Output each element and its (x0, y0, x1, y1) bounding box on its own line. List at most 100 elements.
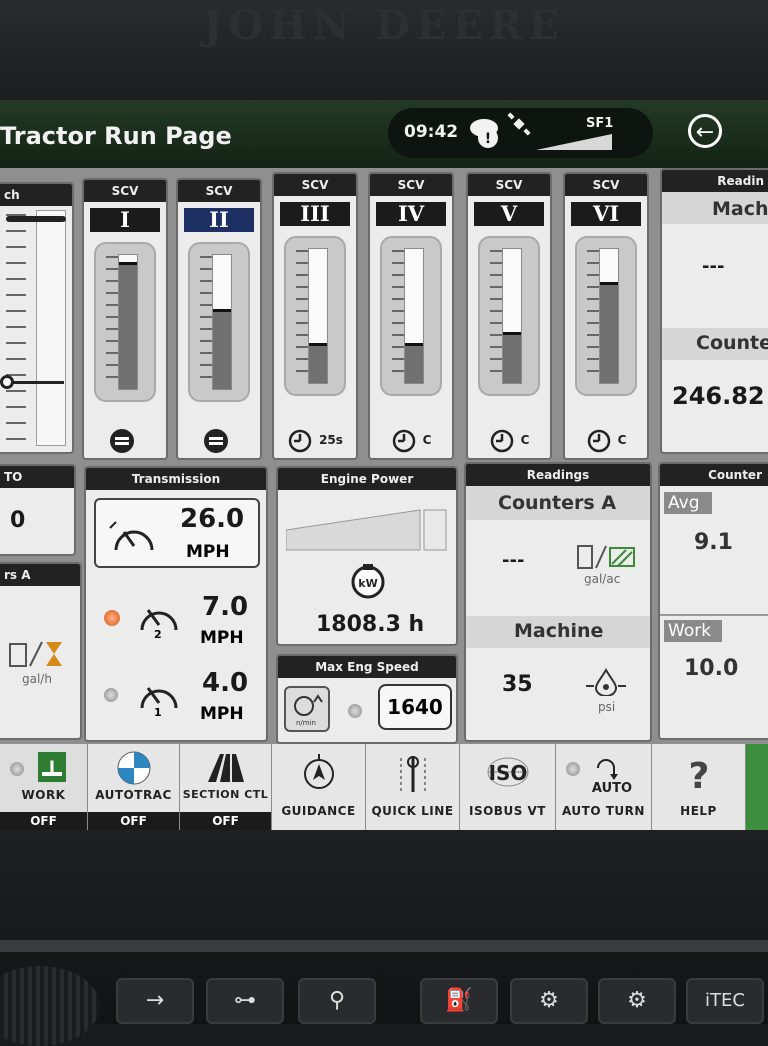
shortcut-label: ISOBUS VT (469, 804, 546, 818)
scv-panel-6[interactable]: SCV VI C (563, 172, 649, 460)
work-label: Work (664, 620, 722, 642)
shortcut-help[interactable]: ? HELP (652, 744, 746, 830)
hw-tool-button[interactable]: ⚲ (298, 978, 376, 1024)
rpm-icon-button[interactable]: n/min (284, 686, 330, 732)
hitch-track (36, 210, 66, 446)
hw-itec-button[interactable]: iTEC (686, 978, 764, 1024)
scv-flow-track (404, 248, 424, 384)
max-eng-speed-indicator (348, 704, 362, 718)
scv-flow-fill (309, 343, 327, 383)
scv-timer-icon (587, 429, 610, 452)
scv-panel-1[interactable]: SCV I (82, 178, 168, 460)
speed-preset-2-unit: MPH (200, 628, 244, 648)
hw-menu-button[interactable]: ⚙ (598, 978, 676, 1024)
shortcut-quick-line[interactable]: QUICK LINE (366, 744, 460, 830)
scv-header: SCV (370, 174, 452, 196)
readings-machine-label: Machine (514, 620, 604, 642)
shortcut-label: QUICK LINE (371, 804, 454, 818)
scv-flow-fill (600, 282, 618, 383)
scv-panel-3[interactable]: SCV III 25s (272, 172, 358, 460)
left-partial-header: ch (0, 184, 72, 206)
max-eng-speed-panel: Max Eng Speed n/min 1640 (276, 654, 458, 744)
engine-kw-icon: kW (351, 564, 385, 599)
scv-header: SCV (84, 180, 166, 202)
signal-strength-icon (536, 134, 612, 150)
left-counters-unit: gal/h (22, 672, 52, 686)
signal-label: SF1 (586, 116, 614, 131)
right-machine-label: Mach (712, 198, 768, 220)
display-screen: Tractor Run Page 09:42 ! SF1 ← ch TO 0 r… (0, 100, 768, 830)
scv-flow-track (118, 254, 138, 390)
brand-logo: JOHN DEERE (203, 2, 565, 49)
scv-footer: C (468, 422, 550, 458)
auto-turn-icon: AUTO (592, 759, 632, 794)
scv-footer (178, 422, 260, 458)
right-counters-header: Counter (660, 464, 768, 486)
shortcut-bar-edge (746, 744, 768, 830)
scv-flow-fill (405, 343, 423, 383)
shortcut-state: OFF (0, 812, 87, 830)
hw-hitch-button[interactable]: ⊶ (206, 978, 284, 1024)
max-eng-speed-value[interactable]: 1640 (378, 684, 452, 730)
readings-counters-value: --- (502, 550, 525, 571)
readings-header: Readings (466, 464, 650, 486)
scv-flow-track (212, 254, 232, 390)
scv-gauge (478, 236, 540, 396)
hw-arrow-button[interactable]: → (116, 978, 194, 1024)
help-icon: ? (689, 756, 710, 794)
isobus-vt-icon: ISO (487, 757, 529, 787)
scv-timer-icon (392, 429, 415, 452)
guidance-icon (304, 754, 334, 789)
engine-rpm-icon: n/min (294, 694, 323, 727)
speed-preset-2-index: 2 (154, 628, 162, 641)
scv-numeral: III (280, 202, 350, 226)
speed-preset-2-indicator (104, 610, 120, 626)
scv-timer-label: C (617, 433, 627, 447)
hw-settings-button[interactable]: ⚙ (510, 978, 588, 1024)
right-counter-label: Counte (696, 332, 768, 354)
autotrac-icon (117, 751, 151, 785)
satellite-icon (507, 112, 531, 136)
shortcut-isobus-vt[interactable]: ISO ISOBUS VT (460, 744, 556, 830)
scv-timer-icon (490, 429, 513, 452)
readings-machine-unit: psi (598, 700, 616, 714)
scv-timer-label: C (422, 433, 432, 447)
shortcut-section-ctl[interactable]: SECTION CTL OFF (180, 744, 272, 830)
engine-power-bar (286, 509, 447, 551)
shortcut-work[interactable]: I WORK OFF (0, 744, 88, 830)
current-speed-unit: MPH (186, 542, 230, 562)
scv-panel-2[interactable]: SCV II (176, 178, 262, 460)
auto-turn-icon-text: AUTO (592, 781, 632, 794)
scv-timer-label: 25s (319, 433, 343, 447)
scv-gauge (380, 236, 442, 396)
work-icon: I (38, 752, 66, 782)
scv-timer-label: C (520, 433, 530, 447)
readings-counters-unit: gal/ac (584, 572, 621, 586)
hw-engine-button[interactable]: ⛽ (420, 978, 498, 1024)
fuel-per-area-icon (577, 545, 635, 569)
scv-panel-5[interactable]: SCV V C (466, 172, 552, 460)
scv-flow-fill (119, 262, 137, 389)
scv-numeral: IV (376, 202, 446, 226)
current-speed-value: 26.0 (180, 504, 245, 534)
shortcut-label: SECTION CTL (182, 788, 269, 801)
shortcut-label: AUTO TURN (562, 804, 645, 818)
rpm-icon-label: n/min (296, 719, 316, 727)
hitch-limit-marker[interactable] (6, 216, 66, 222)
shortcut-autotrac[interactable]: AUTOTRAC OFF (88, 744, 180, 830)
scv-panel-4[interactable]: SCV IV C (368, 172, 454, 460)
readings-panel: Readings Counters A --- gal/ac Machine 3… (464, 462, 652, 742)
quick-line-icon (400, 756, 426, 792)
page-title: Tractor Run Page (0, 122, 232, 150)
right-counters-panel: Counter Avg 9.1 Work 10.0 (658, 462, 768, 740)
shortcut-guidance[interactable]: GUIDANCE (272, 744, 366, 830)
avg-value: 9.1 (694, 530, 733, 555)
help-icon-text: ? (689, 756, 710, 794)
shortcut-auto-turn[interactable]: AUTO AUTO TURN (556, 744, 652, 830)
scv-numeral: I (90, 208, 160, 232)
shortcut-label: AUTOTRAC (95, 788, 172, 802)
back-arrow-icon[interactable]: ← (688, 114, 722, 148)
readings-machine-value: 35 (502, 672, 533, 697)
bezel-trim (0, 940, 768, 952)
avg-label: Avg (664, 492, 712, 514)
